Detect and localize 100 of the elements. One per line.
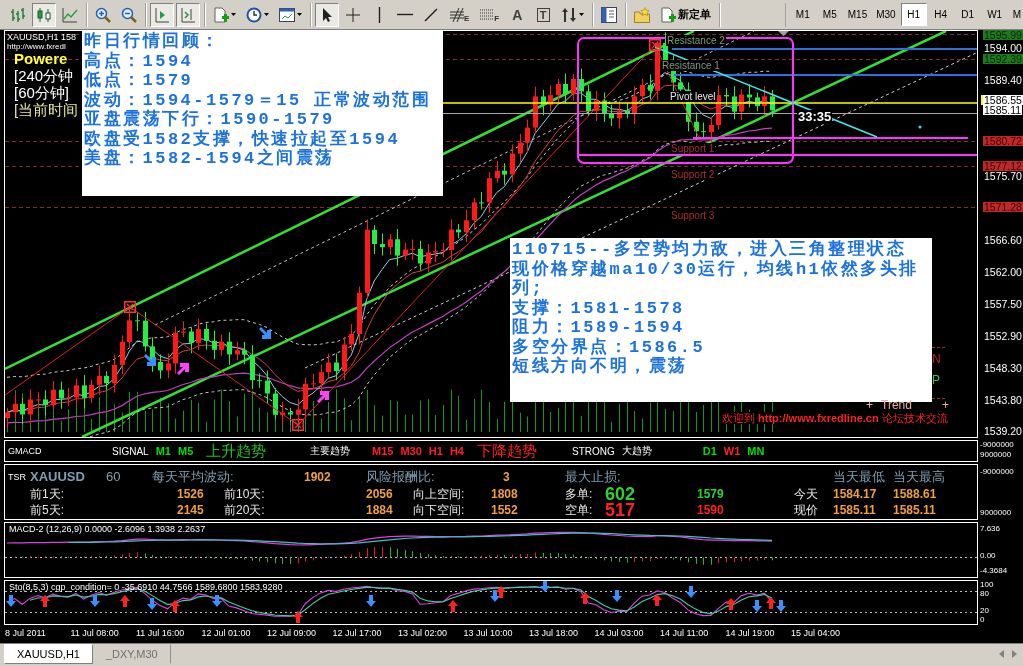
note-text: 波动：1594-1579＝15 正常波动范围 [84, 90, 432, 110]
price-value: 1585.11 [833, 503, 877, 517]
time-label: 12 Jul 09:00 [267, 628, 317, 638]
down-arrow-icon [540, 581, 550, 592]
panel-title: TSR [8, 470, 27, 484]
price-label: 1577.12 [983, 161, 1023, 172]
timeframe-signal: M15 [372, 445, 394, 457]
level-label: Resistance 2 [666, 35, 726, 46]
up-arrow-icon [580, 592, 590, 604]
legend-text: + [941, 399, 949, 411]
dotted-lines-icon [479, 6, 496, 23]
scale-label: -4.3684 [980, 566, 1008, 575]
order-price: 1579 [697, 487, 725, 501]
timeframe-button[interactable]: M1 [789, 3, 816, 26]
chart-tab[interactable]: XAUUSD,H1 [4, 644, 93, 664]
signal-label: SIGNAL [112, 445, 149, 457]
note-text: 美盘：1582-1594之间震荡 [84, 149, 335, 169]
timeframe-button[interactable]: W1 [981, 3, 1008, 26]
scroll-right-icon[interactable] [1012, 650, 1017, 658]
chart-shift-button[interactable] [176, 2, 200, 27]
folder-star-icon [634, 6, 651, 23]
info-text: [当前时间 [14, 101, 79, 118]
legend-text: Trend [881, 399, 912, 411]
zoom-in-icon [95, 6, 111, 23]
dot-icon [918, 125, 922, 129]
horizontal-line-icon [397, 13, 413, 16]
price-label: 1594.00 [983, 43, 1023, 53]
timeframe-button[interactable]: D1 [954, 3, 981, 26]
scale-label: 0.00 [980, 551, 996, 560]
bar-chart-icon [10, 6, 26, 23]
column-label: 当天最低 [833, 469, 886, 484]
down-arrow-icon [366, 595, 376, 607]
scale-label: -9000000 [980, 467, 1014, 476]
timeframe-button[interactable]: M15 [843, 3, 872, 26]
order-price: 1590 [697, 503, 725, 517]
symbol-label: XAUUSD,H1 158 [7, 32, 77, 42]
timeframe-button[interactable]: M30 [872, 3, 900, 26]
note-text: 110715--多空势均力敌，进入三角整理状态 [512, 240, 907, 259]
up-arrow-icon [726, 598, 736, 610]
stat-value: 2145 [177, 503, 205, 517]
signal-note: 大趋势 [621, 444, 652, 458]
note-text: 高点：1594 [84, 51, 194, 71]
welcome-text: 欢迎到 http://www.fxredline.cn 论坛技术交流 [722, 412, 948, 424]
level-label: Pivot level [669, 91, 717, 102]
scale-label: -9000000 [980, 440, 1014, 449]
scale-label: 80 [980, 589, 989, 598]
price-label: 1557.50 [983, 298, 1023, 309]
up-arrow-icon [120, 595, 130, 607]
stat-value: 1552 [491, 503, 519, 517]
text-tool-button[interactable]: A [505, 2, 530, 27]
stat-value: 2056 [366, 487, 394, 501]
pointer-button[interactable] [315, 2, 339, 27]
scale-label: 7.636 [980, 524, 1001, 533]
down-right-arrow-icon [144, 354, 156, 366]
indicator-letter: P [932, 374, 941, 387]
chart-shift-icon [180, 6, 196, 23]
time-label: 14 Jul 03:00 [594, 628, 644, 638]
candlestick-icon [36, 6, 52, 23]
price-label: 1571.28 [983, 202, 1023, 213]
note-text: 阻力：1589-1594 [512, 318, 685, 337]
line-chart-icon [62, 6, 78, 23]
dash-mark [931, 398, 947, 399]
panel-title: GMACD [8, 446, 43, 456]
up-arrow-icon [293, 611, 303, 623]
info-text: [240分钟 [14, 67, 74, 84]
hatched-lines-icon [449, 6, 465, 23]
time-label: 11 Jul 16:00 [136, 628, 185, 638]
stat-value: 1808 [491, 487, 519, 501]
trend-line-icon [423, 6, 439, 23]
price-label: 1562.00 [983, 267, 1023, 278]
stat-value: 3 [502, 469, 511, 484]
timeframe-signal: M5 [177, 445, 194, 457]
note-text: 现价格穿越ma10/30运行，均线h1依然多头排列; [512, 259, 920, 298]
level-label: Resistance 1 [661, 60, 721, 71]
note-text: 低点：1579 [84, 71, 194, 90]
timeframe-signal: MN [747, 445, 765, 457]
stat-label: 前5天: [30, 503, 65, 517]
candlestick-button[interactable] [32, 2, 56, 27]
stat-label: 风险报酬比: [366, 469, 436, 484]
down-right-arrow-icon [259, 327, 271, 339]
label-tool-button[interactable]: T [531, 2, 556, 27]
order-points: 602 [605, 486, 637, 502]
timeframe-signal: H4 [449, 445, 464, 457]
auto-scroll-button[interactable] [150, 2, 174, 27]
down-arrow-icon [6, 595, 16, 607]
indicator-letter: N [932, 353, 941, 366]
timeframe-button[interactable]: H4 [927, 3, 954, 26]
price-label: 1585.11 [983, 105, 1023, 116]
indicator-window-icon [279, 6, 295, 23]
timeframe-button[interactable]: H1 [900, 3, 927, 26]
timeframe-button[interactable]: M [1008, 3, 1023, 26]
new-order-button[interactable]: 新定单 [656, 2, 716, 27]
timeframe-button[interactable]: M5 [816, 3, 843, 26]
price-label: 1543.80 [983, 394, 1023, 405]
fibonacci-button[interactable]: E [445, 2, 474, 27]
stat-value: 1884 [366, 503, 394, 517]
up-arrow-icon [40, 595, 50, 607]
channel-button[interactable]: F [475, 2, 504, 27]
scroll-left-icon[interactable] [999, 650, 1004, 658]
down-arrow-icon [612, 590, 622, 602]
